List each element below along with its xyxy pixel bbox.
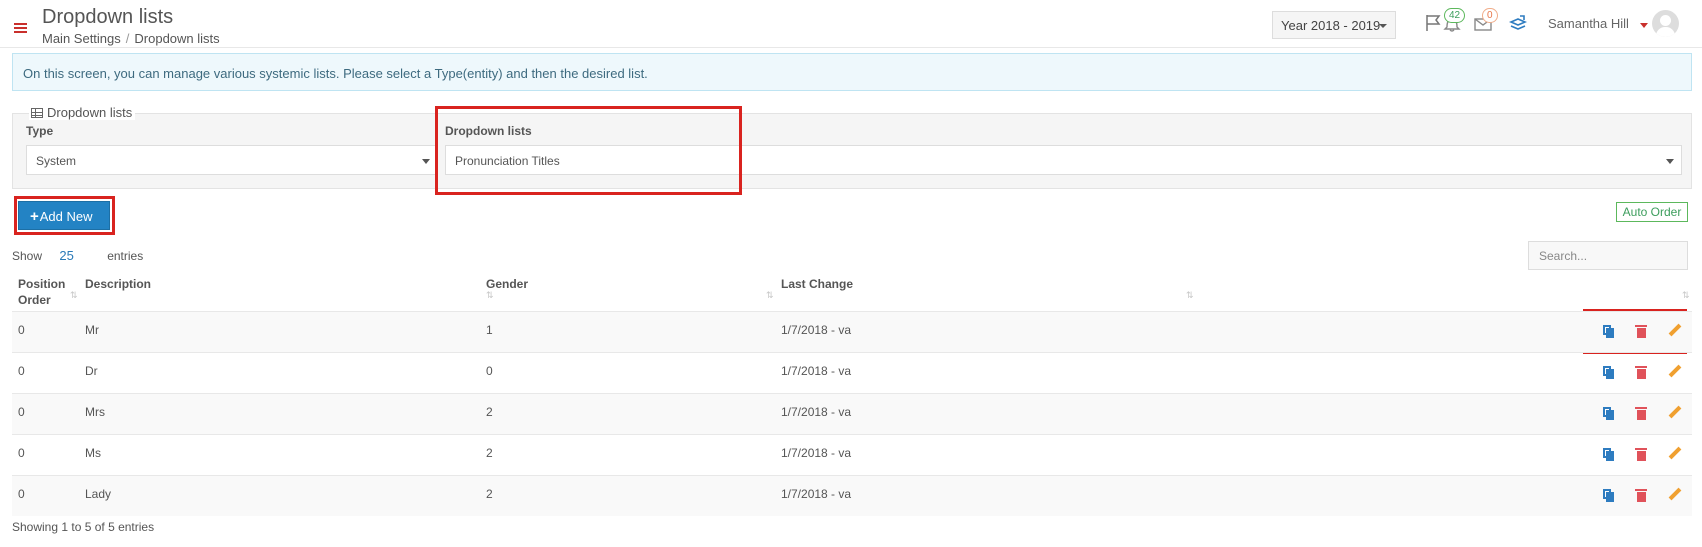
sort-icon[interactable]: ⇅ — [1186, 290, 1194, 301]
table-row: 0 Ms 2 1/7/2018 - va — [12, 434, 1692, 475]
page-title: Dropdown lists — [42, 6, 174, 28]
pencil-icon[interactable] — [1667, 405, 1682, 420]
copy-icon[interactable] — [1602, 365, 1616, 379]
trash-icon[interactable] — [1634, 447, 1648, 461]
gender-cell: 0 — [486, 364, 493, 378]
top-header: Dropdown lists Main Settings / Dropdown li… — [0, 0, 1702, 48]
pencil-icon[interactable] — [1667, 364, 1682, 379]
avatar[interactable] — [1652, 10, 1679, 37]
chevron-down-icon — [422, 159, 430, 164]
table-row: 0 Mrs 2 1/7/2018 - va — [12, 393, 1692, 434]
info-message: On this screen, you can manage various s… — [12, 53, 1692, 91]
auto-order-button[interactable]: Auto Order — [1616, 202, 1688, 222]
show-label: Show — [12, 249, 43, 263]
last-change-cell: 1/7/2018 - va — [781, 323, 852, 337]
column-header-gender[interactable]: Gender — [486, 276, 528, 292]
gender-cell: 2 — [486, 405, 493, 419]
trash-icon[interactable] — [1634, 406, 1648, 420]
search-input[interactable]: Search... — [1528, 241, 1688, 270]
table-info: Showing 1 to 5 of 5 entries — [12, 520, 155, 534]
highlight-dropdown-lists — [435, 106, 742, 195]
layers-icon[interactable] — [1508, 14, 1528, 32]
filter-panel: Dropdown lists Type System Dropdown list… — [12, 105, 1692, 189]
table-icon — [31, 107, 43, 118]
plus-icon: + — [30, 208, 39, 225]
entries-label: entries — [107, 249, 144, 263]
sort-icon[interactable]: ⇅ — [70, 290, 78, 301]
position-order-cell: 0 — [18, 364, 25, 378]
messages-badge: 0 — [1482, 8, 1498, 23]
table-row: 0 Dr 0 1/7/2018 - va — [12, 352, 1692, 393]
gender-cell: 2 — [486, 446, 493, 460]
description-cell: Dr — [85, 364, 98, 378]
table-row: 0 Lady 2 1/7/2018 - va — [12, 475, 1692, 516]
type-select[interactable]: System — [26, 145, 438, 175]
description-cell: Lady — [85, 487, 112, 501]
table-row: 0 Mr 1 1/7/2018 - va — [12, 311, 1692, 352]
last-change-cell: 1/7/2018 - va — [781, 446, 852, 460]
position-order-cell: 0 — [18, 446, 25, 460]
gender-cell: 2 — [486, 487, 493, 501]
column-header-position-order[interactable]: Position Order — [18, 276, 68, 308]
position-order-cell: 0 — [18, 405, 25, 419]
year-select-value: Year 2018 - 2019 — [1281, 18, 1381, 33]
description-cell: Ms — [85, 446, 101, 460]
pencil-icon[interactable] — [1667, 487, 1682, 502]
type-select-value: System — [36, 154, 77, 168]
pencil-icon[interactable] — [1667, 323, 1682, 338]
type-label: Type — [26, 124, 54, 138]
hamburger-menu-icon[interactable] — [14, 23, 27, 35]
gender-cell: 1 — [486, 323, 493, 337]
pencil-icon[interactable] — [1667, 446, 1682, 461]
add-new-button[interactable]: +Add New — [18, 201, 110, 230]
sort-icon[interactable]: ⇅ — [1682, 290, 1690, 301]
breadcrumb-current: Dropdown lists — [134, 31, 220, 46]
add-new-label: Add New — [39, 209, 93, 224]
show-entries: Show 25 entries — [12, 248, 143, 263]
flag-icon[interactable] — [1424, 14, 1444, 32]
position-order-cell: 0 — [18, 323, 25, 337]
trash-icon[interactable] — [1634, 365, 1648, 379]
copy-icon[interactable] — [1602, 406, 1616, 420]
column-header-last-change[interactable]: Last Change — [781, 276, 853, 292]
sort-icon[interactable]: ⇅ — [766, 290, 774, 301]
chevron-down-icon — [1379, 24, 1387, 28]
year-select[interactable]: Year 2018 - 2019 — [1272, 11, 1396, 39]
page-size-select[interactable]: 25 — [59, 248, 73, 263]
breadcrumb-separator: / — [125, 31, 130, 46]
filter-legend: Dropdown lists — [29, 105, 136, 120]
description-cell: Mr — [85, 323, 99, 337]
copy-icon[interactable] — [1602, 488, 1616, 502]
breadcrumb-main-settings[interactable]: Main Settings — [42, 31, 121, 46]
description-cell: Mrs — [85, 405, 105, 419]
user-name[interactable]: Samantha Hill — [1548, 16, 1629, 31]
notifications-badge: 42 — [1444, 8, 1466, 23]
trash-icon[interactable] — [1634, 324, 1648, 338]
chevron-down-icon — [1666, 159, 1674, 164]
filter-legend-label: Dropdown lists — [47, 105, 133, 120]
last-change-cell: 1/7/2018 - va — [781, 487, 852, 501]
position-order-cell: 0 — [18, 487, 25, 501]
trash-icon[interactable] — [1634, 488, 1648, 502]
breadcrumb: Main Settings / Dropdown lists — [42, 31, 220, 46]
copy-icon[interactable] — [1602, 324, 1616, 338]
last-change-cell: 1/7/2018 - va — [781, 364, 852, 378]
last-change-cell: 1/7/2018 - va — [781, 405, 852, 419]
column-header-description[interactable]: Description — [85, 276, 151, 292]
user-menu-caret-icon[interactable] — [1640, 23, 1648, 28]
copy-icon[interactable] — [1602, 447, 1616, 461]
